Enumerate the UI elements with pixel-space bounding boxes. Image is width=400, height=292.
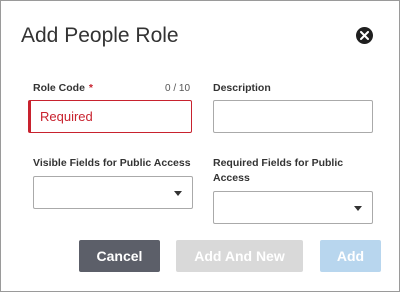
add-and-new-button[interactable]: Add And New xyxy=(176,240,303,272)
required-fields-label-line1: Required Fields for Public xyxy=(213,157,344,169)
chevron-down-icon xyxy=(354,206,362,211)
chevron-down-icon xyxy=(174,191,182,196)
role-code-label-text: Role Code xyxy=(33,82,85,94)
visible-fields-label: Visible Fields for Public Access xyxy=(33,157,191,169)
visible-fields-select[interactable] xyxy=(33,176,193,209)
add-people-role-dialog: Add People Role Role Code* 0 / 10 Descri… xyxy=(0,0,400,292)
role-code-input[interactable] xyxy=(28,100,192,133)
role-code-char-counter: 0 / 10 xyxy=(165,83,191,94)
required-fields-select[interactable] xyxy=(213,191,373,224)
close-icon xyxy=(360,31,369,40)
add-button[interactable]: Add xyxy=(320,240,381,272)
description-input[interactable] xyxy=(213,100,373,133)
description-label: Description xyxy=(213,82,271,94)
dialog-title: Add People Role xyxy=(21,24,179,47)
required-fields-label: Required Fields for Public Access xyxy=(213,156,343,186)
close-button[interactable] xyxy=(356,27,373,44)
cancel-button[interactable]: Cancel xyxy=(79,240,160,272)
role-code-label: Role Code * xyxy=(33,81,93,96)
required-marker: * xyxy=(88,82,94,94)
required-fields-label-line2: Access xyxy=(213,172,250,184)
